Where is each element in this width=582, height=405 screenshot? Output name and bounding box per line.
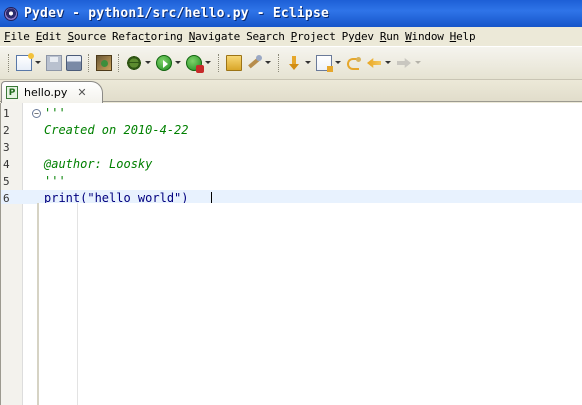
package-icon[interactable] xyxy=(96,55,112,71)
forward-dropdown-icon xyxy=(414,55,421,71)
prev-annotation-dropdown-icon[interactable] xyxy=(334,55,341,71)
line-number: 6 xyxy=(3,192,10,204)
search-icon[interactable] xyxy=(246,55,262,71)
menu-pydev[interactable]: Pydev xyxy=(341,30,379,43)
line-number: 4 xyxy=(3,158,10,171)
menu-bar: File Edit Source Refactoring Navigate Se… xyxy=(0,27,582,46)
code-text: @author: Loosky xyxy=(44,157,153,171)
fold-collapse-icon[interactable]: − xyxy=(32,109,41,118)
prev-annotation-icon[interactable] xyxy=(316,55,333,72)
code-line[interactable]: 2 Created on 2010-4-22 xyxy=(1,122,582,139)
code-line-current[interactable]: 6 print("hello world") xyxy=(1,190,582,204)
main-toolbar xyxy=(0,46,582,80)
save-icon[interactable] xyxy=(46,55,62,71)
toolbar-grip xyxy=(8,54,10,72)
code-line[interactable]: 4 @author: Loosky xyxy=(1,156,582,173)
editor-margin-line xyxy=(37,203,39,405)
menu-project[interactable]: Project xyxy=(290,30,341,43)
next-annotation-dropdown-icon[interactable] xyxy=(304,55,311,71)
open-folder-icon[interactable] xyxy=(226,55,242,71)
menu-search[interactable]: Search xyxy=(245,30,290,43)
debug-dropdown-icon[interactable] xyxy=(144,55,151,71)
debug-icon[interactable] xyxy=(126,55,142,71)
line-number: 3 xyxy=(3,141,10,154)
menu-help[interactable]: Help xyxy=(449,30,481,43)
close-icon[interactable]: ✕ xyxy=(77,86,86,99)
code-line[interactable]: 5 ''' xyxy=(1,173,582,190)
run-dropdown-icon[interactable] xyxy=(174,55,181,71)
menu-run[interactable]: Run xyxy=(379,30,404,43)
toolbar-separator xyxy=(88,54,90,72)
search-dropdown-icon[interactable] xyxy=(264,55,271,71)
code-line[interactable]: 1 − ''' xyxy=(1,105,582,122)
editor-blank-area[interactable] xyxy=(38,203,582,405)
forward-icon xyxy=(396,55,412,71)
menu-edit[interactable]: Edit xyxy=(35,30,67,43)
new-dropdown-icon[interactable] xyxy=(34,55,41,71)
toolbar-separator xyxy=(278,54,280,72)
menu-source[interactable]: Source xyxy=(66,30,111,43)
menu-file[interactable]: File xyxy=(3,30,35,43)
code-text: print("hello world") xyxy=(44,191,189,204)
line-number: 2 xyxy=(3,124,10,137)
menu-refactoring[interactable]: Refactoring xyxy=(111,30,188,43)
toolbar-separator xyxy=(218,54,220,72)
run-icon[interactable] xyxy=(156,55,172,71)
editor-tab-strip: P hello.py ✕ xyxy=(0,80,582,103)
new-icon[interactable] xyxy=(16,53,34,71)
back-icon[interactable] xyxy=(366,55,382,71)
line-number: 1 xyxy=(3,107,10,120)
line-number: 5 xyxy=(3,175,10,188)
last-edit-icon[interactable] xyxy=(346,55,362,71)
code-editor[interactable]: 1 − ''' 2 Created on 2010-4-22 3 4 @auth… xyxy=(0,103,582,405)
tab-hello-py[interactable]: P hello.py ✕ xyxy=(1,81,103,103)
title-bar: Pydev - python1/src/hello.py - Eclipse xyxy=(0,0,582,27)
next-annotation-icon[interactable] xyxy=(286,55,302,71)
code-text: ''' xyxy=(44,174,66,188)
code-line[interactable]: 3 xyxy=(1,139,582,156)
back-dropdown-icon[interactable] xyxy=(384,55,391,71)
external-tools-icon[interactable] xyxy=(186,55,204,73)
eclipse-icon xyxy=(4,6,18,21)
indent-guide xyxy=(77,203,78,405)
print-icon[interactable] xyxy=(66,55,82,71)
external-tools-dropdown-icon[interactable] xyxy=(204,55,211,71)
toolbar-separator xyxy=(118,54,120,72)
tab-label: hello.py xyxy=(24,86,68,99)
code-text: Created on 2010-4-22 xyxy=(44,123,189,137)
menu-window[interactable]: Window xyxy=(404,30,449,43)
menu-navigate[interactable]: Navigate xyxy=(188,30,245,43)
python-file-icon: P xyxy=(6,86,18,99)
code-text: ''' xyxy=(44,106,66,120)
window-title: Pydev - python1/src/hello.py - Eclipse xyxy=(24,6,330,21)
